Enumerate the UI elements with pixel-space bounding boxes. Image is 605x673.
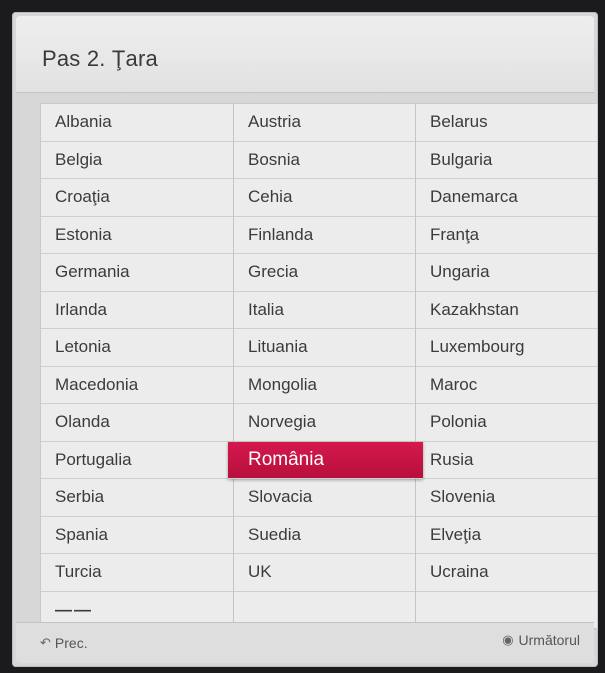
country-item[interactable]: Polonia xyxy=(416,404,597,442)
country-item[interactable]: Kazakhstan xyxy=(416,291,597,329)
country-item[interactable]: Serbia xyxy=(41,479,233,517)
country-column-2: Austria Bosnia Cehia Finlanda Grecia Italia Li… xyxy=(228,104,423,629)
next-label: Următorul xyxy=(518,632,580,648)
country-item[interactable]: Croaţia xyxy=(41,179,233,217)
country-item[interactable]: Norvegia xyxy=(234,404,415,442)
country-item[interactable]: Maroc xyxy=(416,366,597,404)
next-button[interactable]: ◉ Următorul xyxy=(502,632,580,648)
country-item[interactable]: Suedia xyxy=(234,516,415,554)
country-item[interactable]: Belgia xyxy=(41,141,233,179)
country-column-3: Belarus Bulgaria Danemarca Franţa Ungaria Kaz… xyxy=(415,104,597,629)
country-item[interactable]: Olanda xyxy=(41,404,233,442)
country-item[interactable]: Slovenia xyxy=(416,479,597,517)
country-item[interactable]: Mongolia xyxy=(234,366,415,404)
country-item[interactable]: UK xyxy=(234,554,415,592)
country-item[interactable]: Luxembourg xyxy=(416,329,597,367)
country-item[interactable]: Danemarca xyxy=(416,179,597,217)
country-item[interactable]: Slovacia xyxy=(234,479,415,517)
country-item[interactable]: Portugalia xyxy=(41,441,233,479)
country-item[interactable]: Italia xyxy=(234,291,415,329)
country-item[interactable]: Grecia xyxy=(234,254,415,292)
country-grid: Albania Belgia Croaţia Estonia Germania Irlan… xyxy=(40,103,598,630)
country-item[interactable]: Cehia xyxy=(234,179,415,217)
country-item[interactable]: Irlanda xyxy=(41,291,233,329)
country-item[interactable]: Ungaria xyxy=(416,254,597,292)
ok-button-icon: ◉ xyxy=(502,632,514,647)
country-item[interactable]: Germania xyxy=(41,254,233,292)
country-item[interactable]: Bulgaria xyxy=(416,141,597,179)
country-item[interactable]: Elveţia xyxy=(416,516,597,554)
country-item[interactable]: Turcia xyxy=(41,554,233,592)
country-item[interactable]: Finlanda xyxy=(234,216,415,254)
country-column-1: Albania Belgia Croaţia Estonia Germania Irlan… xyxy=(41,104,233,629)
footer-bar: ↶ Prec. ◉ Următorul xyxy=(16,622,594,663)
prev-button[interactable]: ↶ Prec. xyxy=(40,635,88,651)
page-title: Pas 2. Ţara xyxy=(42,46,158,71)
country-item[interactable]: Ucraina xyxy=(416,554,597,592)
country-item[interactable]: Belarus xyxy=(416,104,597,142)
country-item[interactable]: Austria xyxy=(234,104,415,142)
back-arrow-icon: ↶ xyxy=(40,635,51,650)
country-item[interactable]: Albania xyxy=(41,104,233,142)
prev-label: Prec. xyxy=(54,635,88,651)
country-item[interactable]: Franţa xyxy=(416,216,597,254)
country-item[interactable]: Rusia xyxy=(416,441,597,479)
country-item[interactable]: Spania xyxy=(41,516,233,554)
setup-panel: Pas 2. Ţara Albania Belgia Croaţia Estonia G… xyxy=(12,12,598,667)
country-item[interactable]: Letonia xyxy=(41,329,233,367)
country-item-selected[interactable]: România xyxy=(228,441,423,479)
country-item[interactable]: Estonia xyxy=(41,216,233,254)
title-bar: Pas 2. Ţara xyxy=(16,16,594,93)
country-item[interactable]: Bosnia xyxy=(234,141,415,179)
country-item[interactable]: Lituania xyxy=(234,329,415,367)
country-item[interactable]: Macedonia xyxy=(41,366,233,404)
